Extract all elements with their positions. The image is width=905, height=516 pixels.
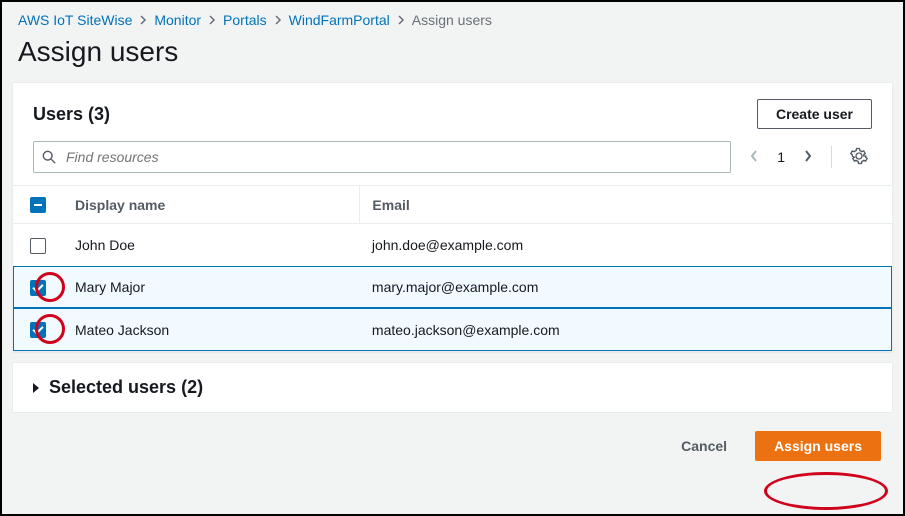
annotation-oval bbox=[764, 472, 888, 510]
row-checkbox[interactable] bbox=[30, 322, 46, 338]
users-panel: Users (3) Create user 1 bbox=[12, 82, 893, 352]
breadcrumb: AWS IoT SiteWise Monitor Portals WindFar… bbox=[2, 2, 903, 36]
column-header-name[interactable]: Display name bbox=[63, 186, 360, 224]
selected-users-title: Selected users (2) bbox=[49, 377, 203, 398]
selected-users-panel[interactable]: Selected users (2) bbox=[12, 362, 893, 413]
cell-email: mary.major@example.com bbox=[360, 266, 892, 308]
table-row[interactable]: John Doe john.doe@example.com bbox=[13, 224, 892, 266]
chevron-right-icon bbox=[273, 12, 283, 28]
assign-users-button[interactable]: Assign users bbox=[755, 431, 881, 461]
next-page-button[interactable] bbox=[799, 145, 817, 170]
footer-actions: Cancel Assign users bbox=[2, 423, 903, 475]
prev-page-button[interactable] bbox=[745, 145, 763, 170]
breadcrumb-link[interactable]: Portals bbox=[223, 12, 267, 28]
table-row[interactable]: Mateo Jackson mateo.jackson@example.com bbox=[13, 308, 892, 350]
cell-email: mateo.jackson@example.com bbox=[360, 308, 892, 350]
row-checkbox[interactable] bbox=[30, 238, 46, 254]
cancel-button[interactable]: Cancel bbox=[663, 432, 745, 460]
breadcrumb-link[interactable]: WindFarmPortal bbox=[289, 12, 390, 28]
chevron-right-icon bbox=[207, 12, 217, 28]
cell-name: Mateo Jackson bbox=[63, 308, 360, 350]
cell-email: john.doe@example.com bbox=[360, 224, 892, 266]
page-number: 1 bbox=[773, 149, 789, 165]
users-panel-title: Users (3) bbox=[33, 104, 110, 125]
page-title: Assign users bbox=[2, 36, 903, 82]
column-header-email[interactable]: Email bbox=[360, 186, 892, 224]
breadcrumb-current: Assign users bbox=[412, 12, 492, 28]
gear-icon[interactable] bbox=[846, 143, 872, 172]
breadcrumb-link[interactable]: Monitor bbox=[154, 12, 201, 28]
row-checkbox[interactable] bbox=[30, 280, 46, 296]
cell-name: Mary Major bbox=[63, 266, 360, 308]
breadcrumb-link[interactable]: AWS IoT SiteWise bbox=[18, 12, 132, 28]
chevron-right-icon bbox=[138, 12, 148, 28]
pagination: 1 bbox=[745, 145, 817, 170]
select-all-checkbox[interactable] bbox=[30, 197, 46, 213]
table-row[interactable]: Mary Major mary.major@example.com bbox=[13, 266, 892, 308]
create-user-button[interactable]: Create user bbox=[757, 99, 872, 129]
caret-right-icon bbox=[33, 383, 39, 393]
search-input[interactable] bbox=[33, 141, 731, 173]
users-table: Display name Email John Doe john.doe@exa… bbox=[13, 185, 892, 351]
divider bbox=[831, 146, 832, 168]
cell-name: John Doe bbox=[63, 224, 360, 266]
chevron-right-icon bbox=[396, 12, 406, 28]
search-icon bbox=[42, 150, 56, 164]
